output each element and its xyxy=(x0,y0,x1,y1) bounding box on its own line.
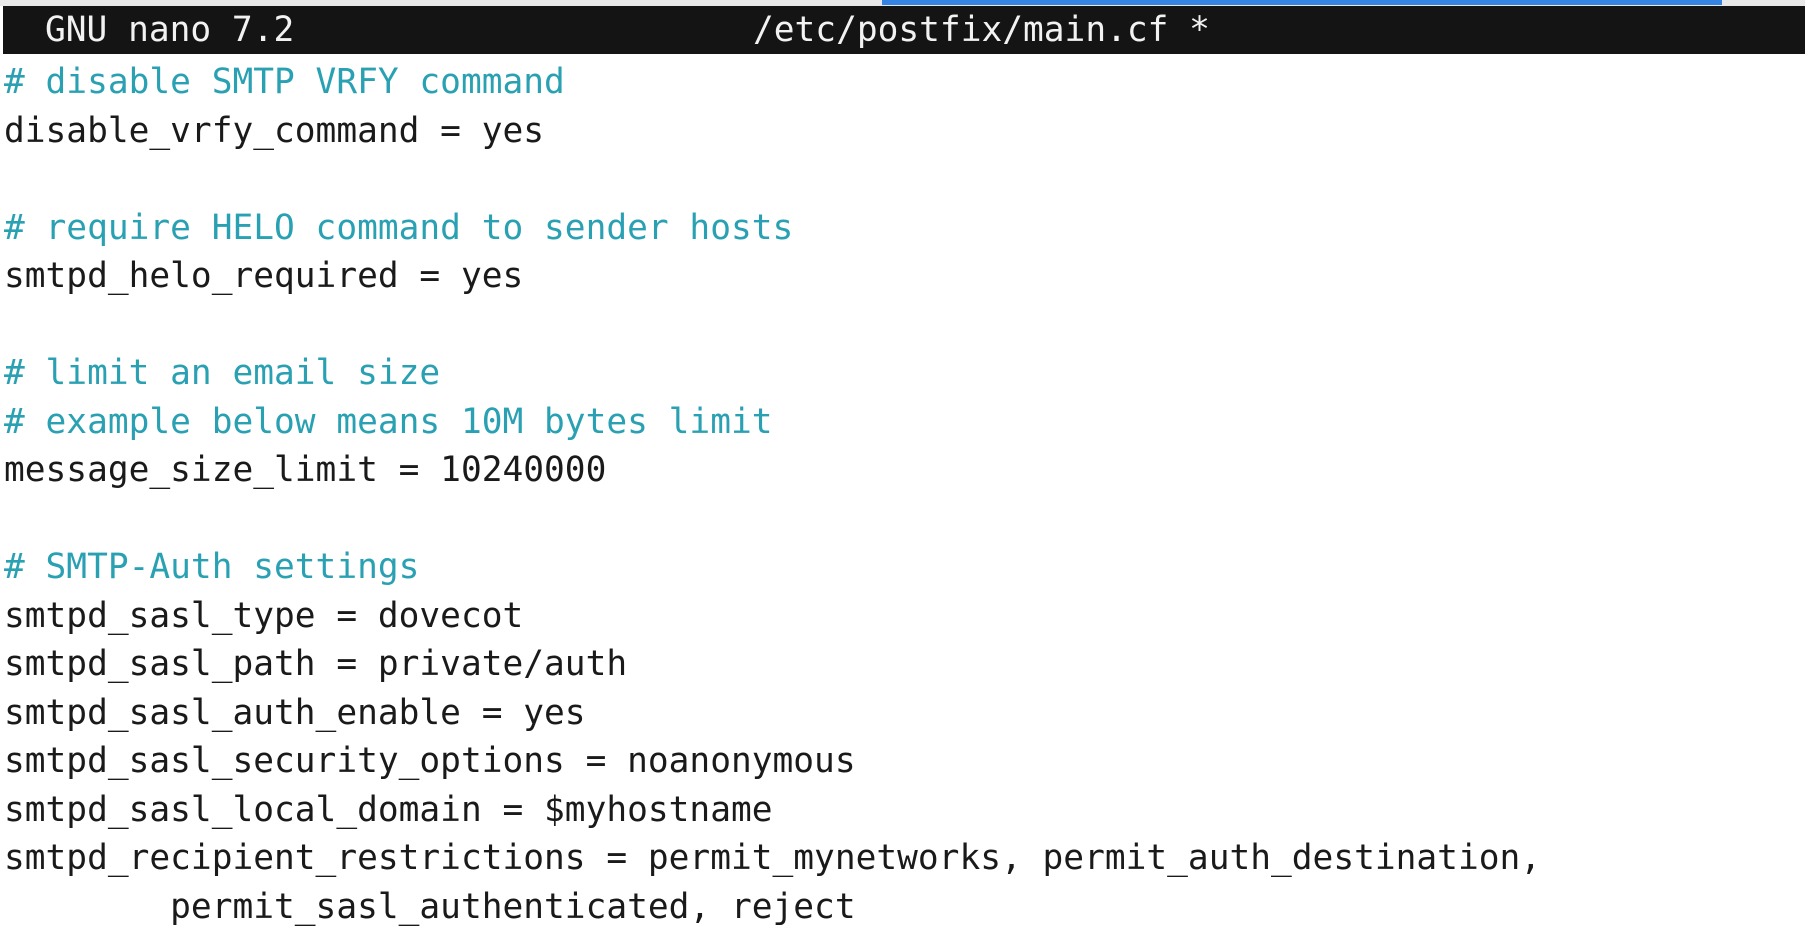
selection-highlight xyxy=(882,0,1722,5)
blank-line[interactable] xyxy=(4,301,1804,350)
config-line[interactable]: smtpd_sasl_local_domain = $myhostname xyxy=(4,786,1804,835)
config-line[interactable]: smtpd_recipient_restrictions = permit_my… xyxy=(4,834,1804,883)
comment-line[interactable]: # require HELO command to sender hosts xyxy=(4,204,1804,253)
blank-line[interactable] xyxy=(4,155,1804,204)
editor-version-label: GNU nano 7.2 xyxy=(45,10,295,50)
comment-line[interactable]: # example below means 10M bytes limit xyxy=(4,398,1804,447)
comment-line[interactable]: # disable SMTP VRFY command xyxy=(4,58,1804,107)
config-line[interactable]: smtpd_sasl_type = dovecot xyxy=(4,592,1804,641)
config-line[interactable]: smtpd_helo_required = yes xyxy=(4,252,1804,301)
comment-line[interactable]: # SMTP-Auth settings xyxy=(4,543,1804,592)
editor-text-area[interactable]: # disable SMTP VRFY command disable_vrfy_… xyxy=(4,58,1804,931)
config-line[interactable]: disable_vrfy_command = yes xyxy=(4,107,1804,156)
file-name-label: /etc/postfix/main.cf * xyxy=(753,10,1210,50)
comment-line[interactable]: # limit an email size xyxy=(4,349,1804,398)
config-line[interactable]: permit_sasl_authenticated, reject xyxy=(4,883,1804,932)
blank-line[interactable] xyxy=(4,495,1804,544)
config-line[interactable]: smtpd_sasl_path = private/auth xyxy=(4,640,1804,689)
config-line[interactable]: message_size_limit = 10240000 xyxy=(4,446,1804,495)
config-line[interactable]: smtpd_sasl_auth_enable = yes xyxy=(4,689,1804,738)
nano-titlebar: GNU nano 7.2 /etc/postfix/main.cf * xyxy=(3,6,1805,54)
config-line[interactable]: smtpd_sasl_security_options = noanonymou… xyxy=(4,737,1804,786)
terminal-window[interactable]: GNU nano 7.2 /etc/postfix/main.cf * # di… xyxy=(0,0,1805,935)
